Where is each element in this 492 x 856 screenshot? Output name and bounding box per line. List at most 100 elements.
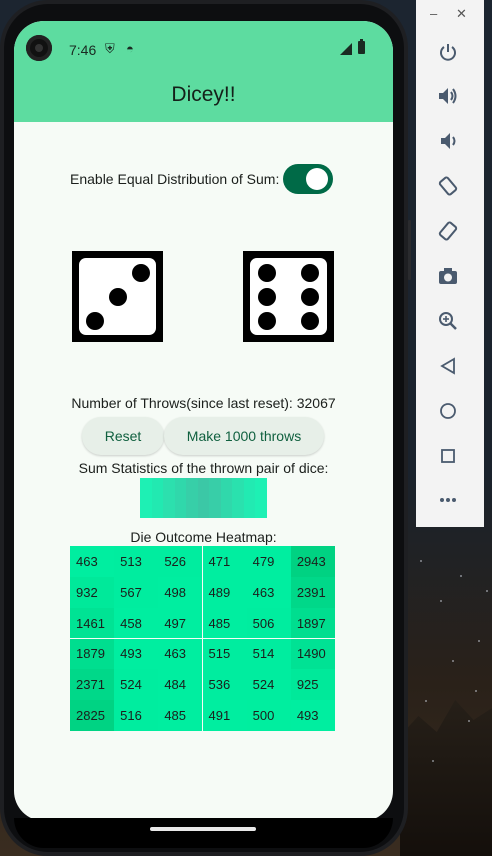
die-one xyxy=(72,251,163,342)
power-icon[interactable] xyxy=(436,40,460,64)
heatmap-cell: 2371 xyxy=(70,669,115,701)
switch-knob xyxy=(306,168,328,190)
heatmap-cell: 493 xyxy=(114,638,159,670)
sync-icon: ◓ xyxy=(126,41,134,56)
background-mountains xyxy=(400,700,492,856)
sum-bar-segment xyxy=(174,478,187,518)
back-icon[interactable] xyxy=(436,354,460,378)
die-pip xyxy=(258,264,276,282)
heatmap-cell: 485 xyxy=(158,700,203,731)
overview-icon[interactable] xyxy=(436,444,460,468)
status-time: 7:46 xyxy=(69,42,97,58)
sum-statistics-label: Sum Statistics of the thrown pair of dic… xyxy=(78,460,329,476)
heatmap-cell: 524 xyxy=(114,669,159,701)
heatmap-cell: 513 xyxy=(114,546,159,577)
heatmap-cell: 463 xyxy=(158,638,203,670)
sum-bar-segment xyxy=(220,478,233,518)
heatmap-cell: 479 xyxy=(246,546,291,577)
die-face xyxy=(250,258,327,335)
heatmap-cell: 484 xyxy=(158,669,203,701)
heatmap-cell: 516 xyxy=(114,700,159,731)
more-icon[interactable] xyxy=(436,488,460,512)
zoom-icon[interactable] xyxy=(436,309,460,333)
background-star xyxy=(478,640,480,642)
heatmap-cell: 497 xyxy=(158,607,203,639)
app-bar: 7:46 ⛨ ◓ Dicey!! xyxy=(14,21,393,122)
background-star xyxy=(420,560,422,562)
make-throws-button[interactable]: Make 1000 throws xyxy=(164,417,324,455)
background-star xyxy=(468,720,470,722)
heatmap-cell: 2943 xyxy=(290,546,335,577)
sum-bar-segment xyxy=(232,478,244,518)
navigation-bar xyxy=(14,818,393,848)
sum-bar-segment xyxy=(151,478,164,518)
die-pip xyxy=(258,288,276,306)
background-star xyxy=(452,660,454,662)
die-pip xyxy=(132,264,150,282)
front-camera xyxy=(26,35,52,61)
heatmap-cell: 463 xyxy=(70,546,115,577)
die-pip xyxy=(301,288,319,306)
app-screen: 7:46 ⛨ ◓ Dicey!! Enable Equal Distributi… xyxy=(14,21,393,821)
heatmap-cell: 463 xyxy=(246,576,291,608)
heatmap-cell: 536 xyxy=(202,669,247,701)
sum-bar-segment xyxy=(186,478,198,518)
sum-bar-segment xyxy=(243,478,256,518)
heatmap-cell: 485 xyxy=(202,607,247,639)
minimize-icon[interactable]: – xyxy=(430,6,437,21)
heatmap-cell: 500 xyxy=(246,700,291,731)
shield-icon: ⛨ xyxy=(105,41,115,56)
sum-bar-segment xyxy=(197,478,210,518)
camera-icon[interactable] xyxy=(436,264,460,288)
sum-bar-segment xyxy=(140,478,152,518)
volume-down-icon[interactable] xyxy=(436,129,460,153)
die-two xyxy=(243,251,334,342)
die-pip xyxy=(109,288,127,306)
heatmap-cell: 526 xyxy=(158,546,203,577)
sum-bar-segment xyxy=(163,478,175,518)
heatmap-cell: 524 xyxy=(246,669,291,701)
phone-side-button xyxy=(408,220,411,280)
heatmap-cell: 925 xyxy=(290,669,335,701)
die-face xyxy=(79,258,156,335)
battery-icon xyxy=(358,39,365,54)
heatmap-cell: 1490 xyxy=(290,638,335,670)
signal-icon xyxy=(340,43,352,55)
background-star xyxy=(486,590,488,592)
equal-distribution-switch[interactable] xyxy=(283,164,333,194)
close-icon[interactable]: ✕ xyxy=(456,6,467,22)
sum-bar-segment xyxy=(255,478,268,518)
die-pip xyxy=(258,312,276,330)
background-star xyxy=(440,600,442,602)
die-pip xyxy=(301,312,319,330)
volume-up-icon[interactable] xyxy=(436,84,460,108)
rotate-left-icon[interactable] xyxy=(436,174,460,198)
outcome-heatmap: 463 513 526 471 479 2943 932 567 498 489 463 2391 14… xyxy=(70,546,335,731)
rotate-right-icon[interactable] xyxy=(436,219,460,243)
heatmap-cell: 491 xyxy=(202,700,247,731)
heatmap-cell: 514 xyxy=(246,638,291,670)
emulator-toolbar: – ✕ xyxy=(416,0,484,527)
app-title: Dicey!! xyxy=(171,83,236,106)
heatmap-cell: 515 xyxy=(202,638,247,670)
heatmap-cell: 498 xyxy=(158,576,203,608)
home-icon[interactable] xyxy=(436,399,460,423)
heatmap-cell: 506 xyxy=(246,607,291,639)
background-star xyxy=(460,575,462,577)
heatmap-cell: 1879 xyxy=(70,638,115,670)
home-gesture-pill[interactable] xyxy=(150,827,256,831)
background-star xyxy=(475,690,477,692)
reset-button[interactable]: Reset xyxy=(82,417,164,455)
heatmap-cell: 458 xyxy=(114,607,159,639)
die-pip xyxy=(86,312,104,330)
die-pip xyxy=(301,264,319,282)
heatmap-cell: 489 xyxy=(202,576,247,608)
background-star xyxy=(432,760,434,762)
heatmap-cell: 2391 xyxy=(290,576,335,608)
heatmap-cell: 471 xyxy=(202,546,247,577)
heatmap-cell: 1461 xyxy=(70,607,115,639)
throw-count: Number of Throws(since last reset): 3206… xyxy=(71,395,336,411)
heatmap-cell: 2825 xyxy=(70,700,115,731)
heatmap-cell: 493 xyxy=(290,700,335,731)
sum-statistics-bar xyxy=(140,478,268,518)
